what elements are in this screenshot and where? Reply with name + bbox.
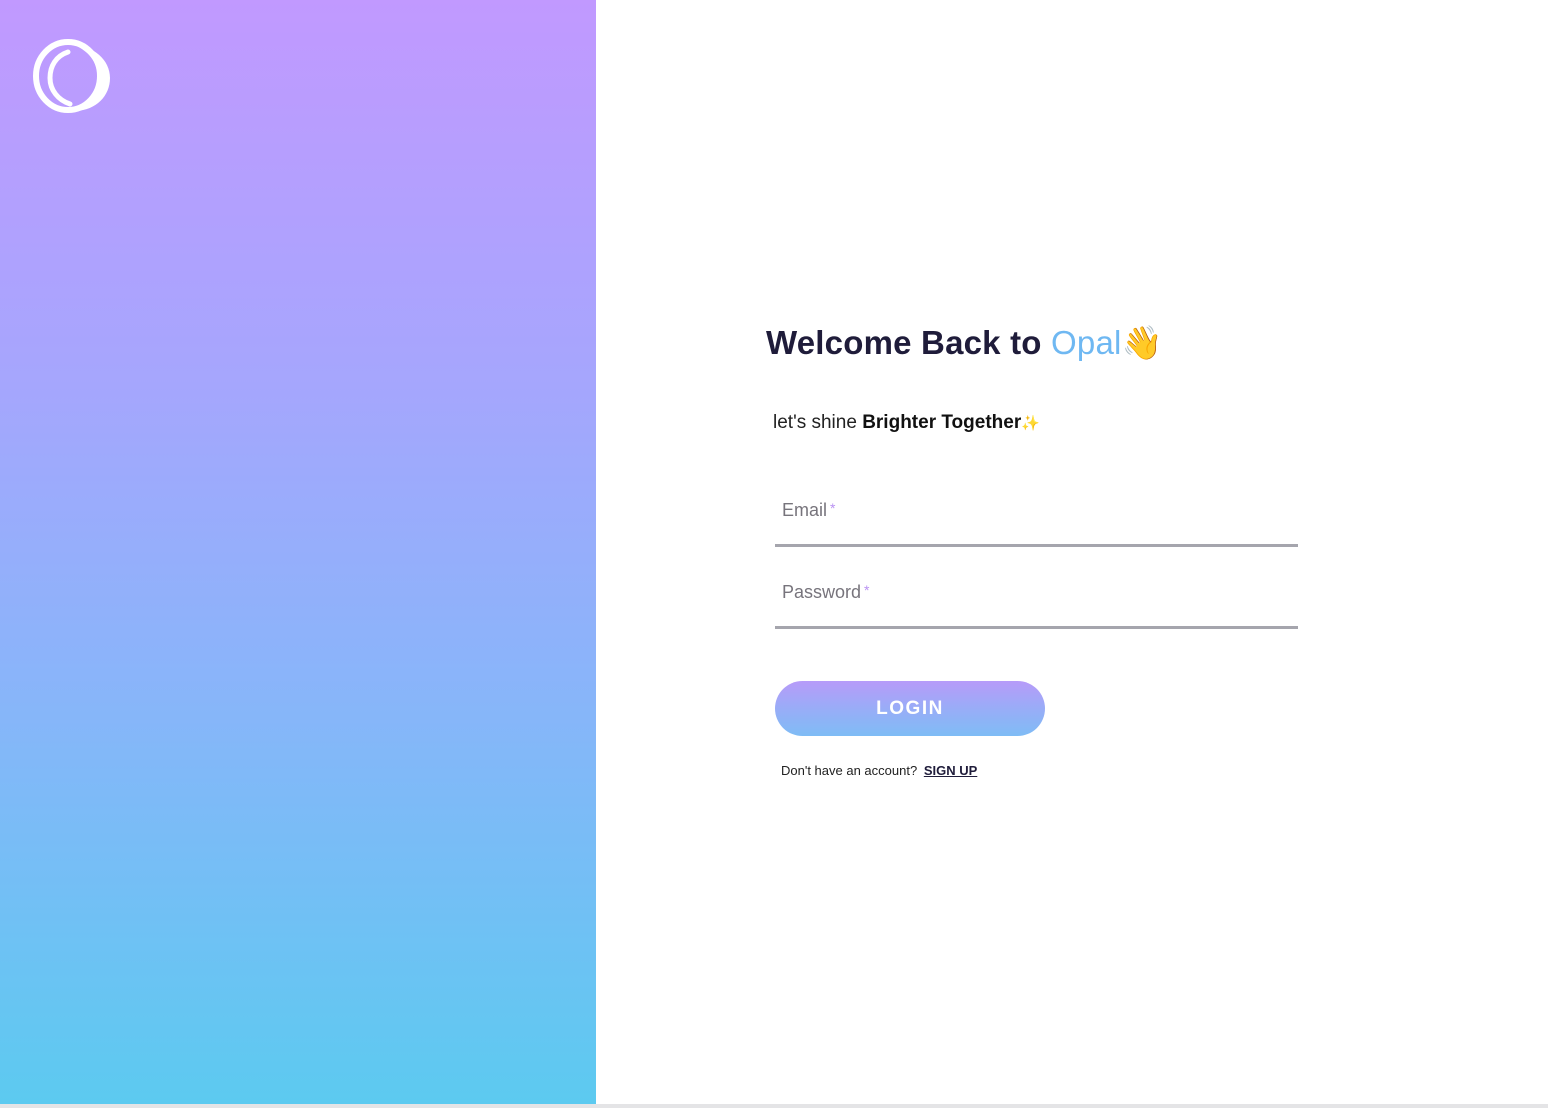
welcome-heading-text: Welcome Back to	[766, 324, 1052, 361]
brand-gradient-panel	[0, 0, 596, 1104]
password-field[interactable]	[775, 566, 1298, 626]
login-page: Welcome Back to Opal👋 let's shine Bright…	[0, 0, 1548, 1108]
wave-emoji-icon: 👋	[1121, 324, 1163, 361]
tagline-prefix: let's shine	[773, 412, 863, 433]
signup-prompt-line: Don't have an account? SIGN UP	[781, 763, 977, 778]
welcome-heading: Welcome Back to Opal👋	[766, 324, 1163, 363]
login-button[interactable]: LOGIN	[775, 681, 1045, 736]
signup-prompt-text: Don't have an account?	[781, 763, 918, 778]
tagline: let's shine Brighter Together✨	[773, 412, 1040, 434]
sparkle-emoji-icon: ✨	[1021, 415, 1040, 432]
password-field-wrapper: Password *	[775, 566, 1298, 629]
signup-link[interactable]: SIGN UP	[924, 763, 977, 778]
email-field-wrapper: Email *	[775, 484, 1298, 547]
brand-name: Opal	[1051, 324, 1122, 361]
opal-logo-icon	[33, 39, 110, 113]
bottom-divider	[0, 1104, 1548, 1108]
email-field[interactable]	[775, 484, 1298, 544]
tagline-emphasis: Brighter Together	[862, 412, 1022, 433]
